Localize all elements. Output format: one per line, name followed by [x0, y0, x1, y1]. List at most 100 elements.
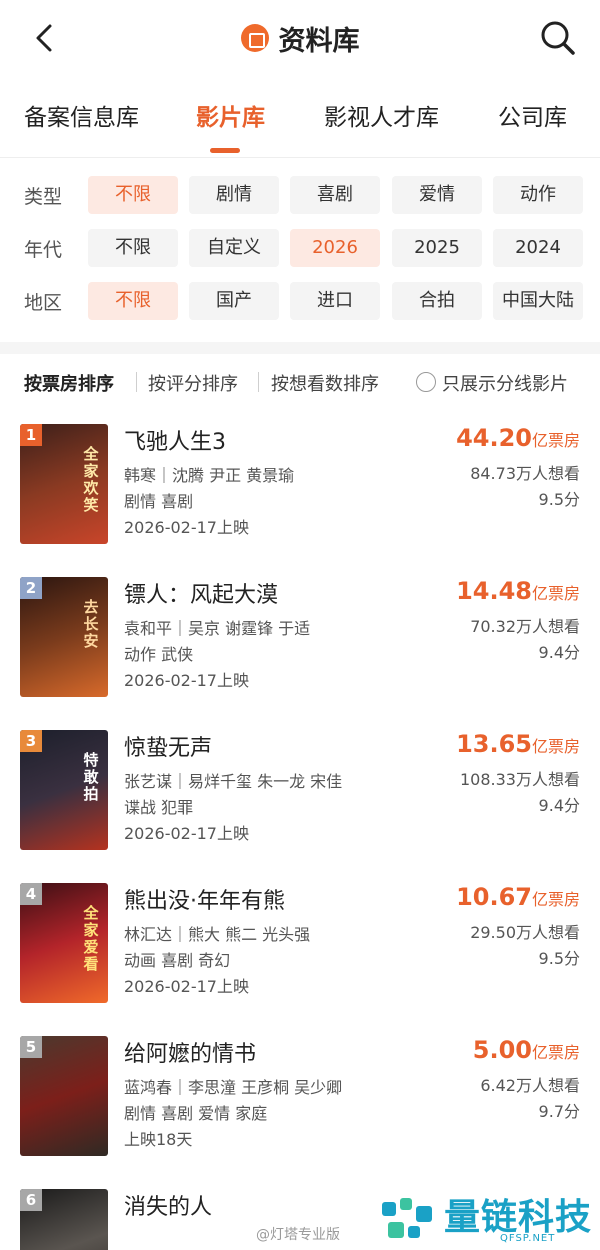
- box-office: 14.48亿票房: [456, 577, 580, 605]
- movie-title[interactable]: 镖人：风起大漠: [124, 577, 278, 609]
- tab-company-library[interactable]: 公司库: [498, 98, 567, 132]
- filter-chip-region-imported[interactable]: 进口: [290, 282, 380, 320]
- movie-release: 2026-02-17上映: [124, 977, 249, 996]
- filter-chip-year-custom[interactable]: 自定义: [189, 229, 279, 267]
- filter-chip-year-2025[interactable]: 2025: [392, 229, 482, 267]
- sort-separator: [258, 372, 259, 392]
- search-icon[interactable]: [538, 18, 578, 58]
- filter-chip-type-drama[interactable]: 剧情: [189, 176, 279, 214]
- page-title: 资料库: [278, 25, 360, 57]
- sort-bar: 按票房排序 按评分排序 按想看数排序 只展示分线影片: [0, 362, 600, 402]
- box-office: 44.20亿票房: [456, 424, 580, 452]
- filter-row-type: 类型 不限 剧情 喜剧 爱情 动作: [0, 176, 600, 214]
- box-office-unit: 亿票房: [531, 1043, 580, 1062]
- split-release-label[interactable]: 只展示分线影片: [442, 370, 568, 396]
- movie-item[interactable]: 4 全家爱看 熊出没·年年有熊 林汇达｜熊大 熊二 光头强 动画 喜剧 奇幻 2…: [0, 883, 600, 1023]
- split-release-radio[interactable]: [416, 372, 436, 392]
- poster-caption: 去长安: [83, 598, 99, 650]
- movie-title[interactable]: 熊出没·年年有熊: [124, 883, 285, 915]
- movie-poster[interactable]: 2 去长安: [20, 577, 108, 697]
- movie-cast: 袁和平｜吴京 谢霆锋 于适: [124, 619, 311, 638]
- box-office-unit: 亿票房: [531, 737, 580, 756]
- box-office-unit: 亿票房: [531, 890, 580, 909]
- movie-cast: 林汇达｜熊大 熊二 光头强: [124, 925, 311, 944]
- sort-separator: [136, 372, 137, 392]
- poster-caption: 全家欢笑: [83, 445, 99, 514]
- movie-release: 2026-02-17上映: [124, 518, 249, 537]
- movie-cast: 张艺谋｜易烊千玺 朱一龙 宋佳: [124, 772, 343, 791]
- top-bar: 资料库: [0, 0, 600, 78]
- active-tab-indicator: [210, 148, 240, 153]
- movie-cast: 蓝鸿春｜李思潼 王彦桐 吴少卿: [124, 1078, 343, 1097]
- movie-title[interactable]: 惊蛰无声: [124, 730, 212, 762]
- box-office-value: 13.65: [456, 730, 532, 758]
- filter-chip-year-2026[interactable]: 2026: [290, 229, 380, 267]
- want-count: 6.42万人想看: [480, 1076, 580, 1095]
- brand-watermark-url: QFSP.NET: [500, 1233, 556, 1244]
- sort-by-rating[interactable]: 按评分排序: [148, 370, 238, 396]
- movie-score: 9.4分: [538, 643, 580, 662]
- filter-label-region: 地区: [24, 292, 63, 314]
- movie-release: 上映18天: [124, 1130, 193, 1149]
- filter-chip-region-any[interactable]: 不限: [88, 282, 178, 320]
- movie-score: 9.5分: [538, 949, 580, 968]
- movie-item[interactable]: 2 去长安 镖人：风起大漠 袁和平｜吴京 谢霆锋 于适 动作 武侠 2026-0…: [0, 577, 600, 717]
- weibo-watermark: @灯塔专业版: [256, 1227, 340, 1243]
- movie-genres: 剧情 喜剧 爱情 家庭: [124, 1104, 268, 1123]
- movie-item[interactable]: 5 给阿嬷的情书 蓝鸿春｜李思潼 王彦桐 吴少卿 剧情 喜剧 爱情 家庭 上映1…: [0, 1036, 600, 1176]
- movie-cast: 韩寒｜沈腾 尹正 黄景瑜: [124, 466, 295, 485]
- movie-score: 9.4分: [538, 796, 580, 815]
- filter-chip-region-coproduction[interactable]: 合拍: [392, 282, 482, 320]
- movie-genres: 动画 喜剧 奇幻: [124, 951, 231, 970]
- tab-movie-library[interactable]: 影片库: [196, 98, 265, 132]
- filter-chip-region-mainland[interactable]: 中国大陆: [493, 282, 583, 320]
- filter-chip-type-any[interactable]: 不限: [88, 176, 178, 214]
- movie-release: 2026-02-17上映: [124, 824, 249, 843]
- filter-label-year: 年代: [24, 239, 63, 261]
- box-office-unit: 亿票房: [531, 431, 580, 450]
- box-office-value: 44.20: [456, 424, 532, 452]
- movie-item[interactable]: 1 全家欢笑 飞驰人生3 韩寒｜沈腾 尹正 黄景瑜 剧情 喜剧 2026-02-…: [0, 424, 600, 564]
- filter-label-type: 类型: [24, 186, 63, 208]
- section-divider: [0, 342, 600, 354]
- filter-row-year: 年代 不限 自定义 2026 2025 2024: [0, 229, 600, 267]
- movie-title[interactable]: 给阿嬷的情书: [124, 1036, 256, 1068]
- filter-chip-region-domestic[interactable]: 国产: [189, 282, 279, 320]
- box-office-value: 5.00: [472, 1036, 532, 1064]
- movie-poster[interactable]: 5: [20, 1036, 108, 1156]
- brand-logo-icon: [382, 1198, 432, 1238]
- filter-chip-type-comedy[interactable]: 喜剧: [290, 176, 380, 214]
- movie-score: 9.5分: [538, 490, 580, 509]
- movie-score: 9.7分: [538, 1102, 580, 1121]
- movie-poster[interactable]: 6: [20, 1189, 108, 1250]
- want-count: 108.33万人想看: [460, 770, 580, 789]
- movie-poster[interactable]: 3 特敢拍: [20, 730, 108, 850]
- box-office-unit: 亿票房: [531, 584, 580, 603]
- tab-filing-info[interactable]: 备案信息库: [24, 98, 139, 132]
- filter-chip-year-any[interactable]: 不限: [88, 229, 178, 267]
- rank-badge: 4: [20, 883, 42, 905]
- movie-poster[interactable]: 1 全家欢笑: [20, 424, 108, 544]
- filter-panel: 类型 不限 剧情 喜剧 爱情 动作 年代 不限 自定义 2026 2025 20…: [0, 158, 600, 342]
- movie-genres: 动作 武侠: [124, 645, 194, 664]
- rank-badge: 2: [20, 577, 42, 599]
- rank-badge: 6: [20, 1189, 42, 1211]
- sort-by-want-count[interactable]: 按想看数排序: [271, 370, 379, 396]
- movie-title[interactable]: 飞驰人生3: [124, 424, 226, 456]
- tab-talent-library[interactable]: 影视人才库: [324, 98, 439, 132]
- movie-title[interactable]: 消失的人: [124, 1189, 212, 1221]
- movie-item[interactable]: 3 特敢拍 惊蛰无声 张艺谋｜易烊千玺 朱一龙 宋佳 谍战 犯罪 2026-02…: [0, 730, 600, 870]
- movie-release: 2026-02-17上映: [124, 671, 249, 690]
- filter-chip-type-romance[interactable]: 爱情: [392, 176, 482, 214]
- filter-chip-type-action[interactable]: 动作: [493, 176, 583, 214]
- filter-chip-year-2024[interactable]: 2024: [493, 229, 583, 267]
- rank-badge: 5: [20, 1036, 42, 1058]
- library-tabs: 备案信息库 影片库 影视人才库 公司库: [0, 78, 600, 158]
- sort-by-box-office[interactable]: 按票房排序: [24, 370, 114, 396]
- want-count: 29.50万人想看: [470, 923, 580, 942]
- movie-poster[interactable]: 4 全家爱看: [20, 883, 108, 1003]
- box-office: 13.65亿票房: [456, 730, 580, 758]
- box-office-value: 14.48: [456, 577, 532, 605]
- box-office: 5.00亿票房: [473, 1036, 580, 1064]
- library-logo-icon: [240, 24, 269, 52]
